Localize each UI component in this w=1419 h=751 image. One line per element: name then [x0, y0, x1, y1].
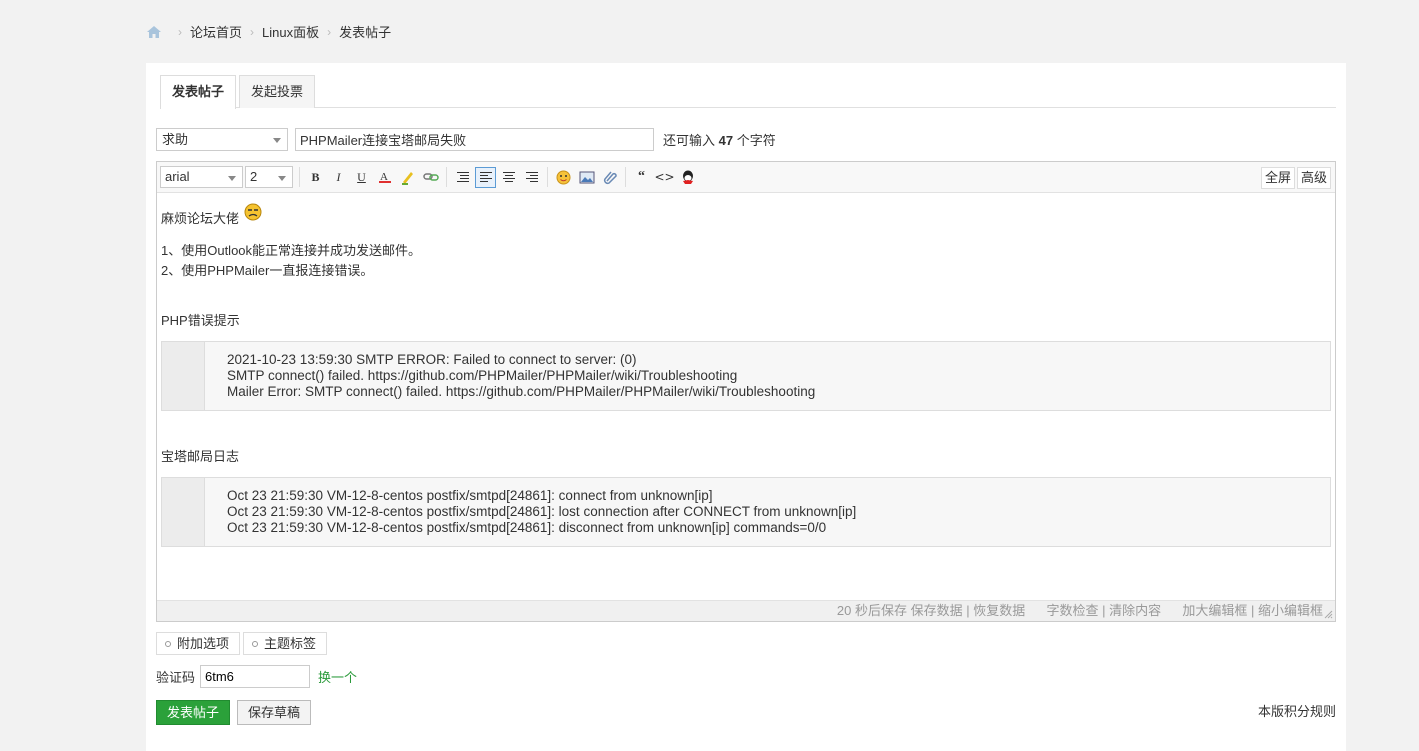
advanced-button[interactable]: 高级	[1296, 167, 1331, 189]
clear-content-link[interactable]: 清除内容	[1109, 603, 1161, 618]
word-count-link[interactable]: 字数检查	[1046, 603, 1098, 618]
editor: arial 2 B I U A “ <> 全屏 高级 麻烦论坛大佬 1、使用Ou…	[156, 161, 1336, 622]
content-line: 1、使用Outlook能正常连接并成功发送邮件。	[161, 243, 422, 258]
highlight-icon[interactable]	[397, 167, 418, 188]
breadcrumb: › 论坛首页 › Linux面板 › 发表帖子	[146, 22, 391, 41]
align-left-icon[interactable]	[475, 166, 496, 188]
toolbar-divider	[547, 167, 548, 187]
topic-tags-label: 主题标签	[264, 636, 317, 651]
save-data-link[interactable]: 保存数据	[911, 603, 963, 618]
code-block: 2021-10-23 13:59:30 SMTP ERROR: Failed t…	[161, 341, 1331, 411]
code-icon[interactable]: <>	[654, 167, 675, 188]
radio-dot-icon	[165, 641, 171, 647]
align-center-icon[interactable]	[498, 167, 519, 188]
topic-tags-toggle[interactable]: 主题标签	[243, 632, 328, 655]
chevron-down-icon	[278, 176, 286, 181]
italic-icon[interactable]: I	[328, 167, 349, 188]
radio-dot-icon	[252, 641, 259, 647]
captcha-change-link[interactable]: 换一个	[318, 667, 357, 686]
code-line: SMTP connect() failed. https://github.co…	[227, 368, 738, 383]
link-icon[interactable]	[420, 167, 441, 188]
extras-row: 附加选项 主题标签	[156, 632, 330, 655]
size-select[interactable]: 2	[245, 166, 293, 188]
qq-icon[interactable]	[677, 167, 698, 188]
home-icon[interactable]	[146, 25, 162, 39]
title-input[interactable]	[295, 128, 654, 151]
action-row: 发表帖子 保存草稿	[156, 700, 312, 725]
submit-post-button[interactable]: 发表帖子	[156, 700, 231, 725]
remaining-chars: 还可输入 47 个字符	[663, 130, 776, 149]
code-line: Oct 23 21:59:30 VM-12-8-centos postfix/s…	[227, 488, 713, 503]
shrink-editor-link[interactable]: 缩小编辑框	[1258, 603, 1323, 618]
code-line: Mailer Error: SMTP connect() failed. htt…	[227, 384, 816, 399]
extra-options-label: 附加选项	[177, 636, 230, 651]
category-select[interactable]: 求助	[156, 128, 288, 151]
remaining-count: 47	[718, 133, 734, 148]
captcha-input[interactable]	[200, 665, 311, 688]
save-draft-button[interactable]: 保存草稿	[237, 700, 312, 725]
content-line: 2、使用PHPMailer一直报连接错误。	[161, 263, 374, 278]
title-row: 求助 还可输入 47 个字符	[156, 128, 776, 151]
align-right-icon[interactable]	[521, 167, 542, 188]
breadcrumb-forum-home[interactable]: 论坛首页	[190, 22, 242, 41]
content-text: 麻烦论坛大佬	[161, 211, 240, 226]
code-gutter	[162, 478, 205, 546]
code-line: Oct 23 21:59:30 VM-12-8-centos postfix/s…	[227, 504, 857, 519]
chevron-down-icon	[273, 138, 281, 143]
editor-content[interactable]: 麻烦论坛大佬 1、使用Outlook能正常连接并成功发送邮件。 2、使用PHPM…	[157, 193, 1335, 601]
font-color-icon[interactable]: A	[374, 167, 395, 188]
category-select-value: 求助	[162, 132, 189, 147]
sad-emoji-icon	[244, 203, 262, 221]
editor-statusbar: 20 秒后保存 保存数据 | 恢复数据 字数检查 | 清除内容 加大编辑框 | …	[157, 600, 1335, 621]
image-icon[interactable]	[576, 167, 597, 188]
code-lines: Oct 23 21:59:30 VM-12-8-centos postfix/s…	[205, 478, 856, 546]
tab-bar: 发表帖子 发起投票	[160, 75, 1336, 109]
extra-options-toggle[interactable]: 附加选项	[156, 632, 241, 655]
tab-new-post[interactable]: 发表帖子	[160, 75, 237, 109]
editor-toolbar: arial 2 B I U A “ <> 全屏 高级	[157, 162, 1335, 193]
breadcrumb-separator: ›	[178, 24, 182, 39]
captcha-row: 验证码 换一个	[156, 665, 357, 688]
breadcrumb-current: 发表帖子	[339, 25, 392, 40]
font-select[interactable]: arial	[160, 166, 243, 188]
font-select-value: arial	[165, 169, 190, 184]
remaining-prefix: 还可输入	[663, 133, 716, 148]
breadcrumb-separator: ›	[250, 24, 255, 39]
toolbar-divider	[625, 167, 626, 187]
chevron-down-icon	[228, 176, 236, 181]
content-heading: PHP错误提示	[161, 313, 240, 328]
size-select-value: 2	[250, 169, 258, 184]
code-gutter	[162, 342, 205, 410]
code-line: Oct 23 21:59:30 VM-12-8-centos postfix/s…	[227, 520, 827, 535]
code-block: Oct 23 21:59:30 VM-12-8-centos postfix/s…	[161, 477, 1331, 547]
post-panel: 发表帖子 发起投票 求助 还可输入 47 个字符 arial 2 B I	[146, 63, 1346, 751]
toolbar-divider	[299, 167, 300, 187]
fullscreen-button[interactable]: 全屏	[1260, 167, 1295, 189]
emoji-icon[interactable]	[553, 167, 574, 188]
underline-icon[interactable]: U	[351, 167, 372, 188]
board-rules-link[interactable]: 本版积分规则	[1258, 701, 1336, 720]
tab-new-poll[interactable]: 发起投票	[239, 75, 316, 108]
content-line: 麻烦论坛大佬	[161, 203, 1331, 229]
attachment-icon[interactable]	[599, 167, 620, 188]
restore-data-link[interactable]: 恢复数据	[973, 603, 1025, 618]
breadcrumb-separator: ›	[327, 24, 332, 39]
breadcrumb-linux-panel[interactable]: Linux面板	[262, 22, 319, 41]
autosave-countdown: 20 秒后保存	[836, 603, 907, 618]
remaining-suffix: 个字符	[736, 133, 776, 148]
toolbar-divider	[446, 167, 447, 187]
captcha-label: 验证码	[156, 670, 196, 685]
resize-handle-icon[interactable]	[1324, 610, 1333, 619]
bold-icon[interactable]: B	[305, 167, 326, 188]
content-heading: 宝塔邮局日志	[161, 449, 240, 464]
enlarge-editor-link[interactable]: 加大编辑框	[1182, 603, 1247, 618]
code-line: 2021-10-23 13:59:30 SMTP ERROR: Failed t…	[227, 352, 637, 367]
code-lines: 2021-10-23 13:59:30 SMTP ERROR: Failed t…	[205, 342, 815, 410]
quote-icon[interactable]: “	[631, 167, 652, 188]
align-indent-icon[interactable]	[452, 167, 473, 188]
